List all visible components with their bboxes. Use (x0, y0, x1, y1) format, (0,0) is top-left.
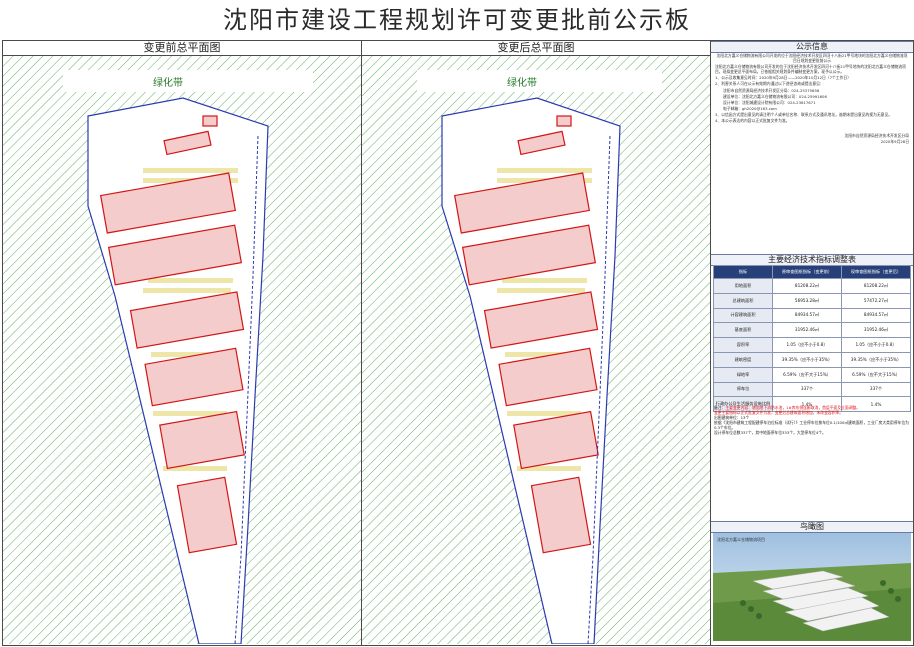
econ-cell: 56953.28㎡ (772, 292, 842, 309)
after-plan-panel: 变更后总平面图 绿化带 (361, 40, 711, 646)
road-strip (63, 70, 313, 92)
after-plan-title: 变更后总平面图 (362, 41, 710, 56)
econ-cell: 337个 (841, 381, 911, 398)
econ-row: 总建筑面积 56953.28㎡ 57472.27㎡ (713, 292, 911, 309)
econ-cell-label: 停车位 (713, 381, 773, 398)
econ-row: 停车位 337个 337个 (713, 381, 911, 398)
econ-cell: 81208.22㎡ (841, 278, 911, 294)
aerial-caption: 沈阳北方嘉义仓储物流项目 (717, 536, 765, 542)
notice-paragraph: 4、本公示表达的内容以正式批复文件为准。 (715, 118, 790, 124)
aerial-rendering: 沈阳北方嘉义仓储物流项目 (713, 533, 911, 641)
change-note-line: 依据《沈阳市建筑工程配建停车泊位标准（试行）》工业停车位按车位0.1/100㎡建… (714, 420, 909, 430)
page-title: 沈阳市建设工程规划许可变更批前公示板 (223, 6, 691, 34)
building-gate (202, 115, 218, 127)
econ-cell: 31952.46㎡ (772, 322, 842, 339)
notice-title: 公示信息 (711, 41, 913, 53)
econ-cell-label: 绿地率 (713, 366, 773, 383)
econ-cell: 57472.27㎡ (841, 292, 911, 309)
econ-header: 指标 (713, 265, 773, 279)
change-notes: 备注：主要变更内容：增加地下消防水池，1#库东侧连廊取消，首层平面及立面调整。 … (714, 405, 910, 435)
econ-cell-label: 用地面积 (713, 278, 773, 294)
notice-heading: 沈阳北方嘉义仓储物流有限公司开发的位于沈阳经济技术开发区四河十八街21甲号地块的… (716, 53, 908, 64)
notice-footer-org: 沈阳市自然资源局经济技术开发区分局 (844, 133, 909, 139)
notice-paragraph: 建设单位：沈阳北方嘉义仓储物流有限公司：024-25991606 (723, 93, 827, 99)
aerial-image: 沈阳北方嘉义仓储物流项目 (713, 533, 911, 641)
after-site-plan: 绿化带 (362, 56, 710, 644)
econ-header: 现审查图纸指标（变更后） (841, 265, 911, 279)
info-column: 公示信息 沈阳北方嘉义仓储物流有限公司开发的位于沈阳经济技术开发区四河十八街21… (710, 40, 914, 646)
before-plan-title: 变更前总平面图 (3, 41, 361, 56)
notice-paragraph: 电子邮箱：gh2020@163.com (723, 105, 777, 111)
econ-cell: 337个 (772, 381, 842, 398)
road-label: 绿化带 (507, 76, 537, 89)
econ-row: 用地面积 81208.22㎡ 81208.22㎡ (713, 278, 911, 294)
econ-cell: 84934.57㎡ (841, 307, 911, 324)
notice-paragraph: 2、利害关系人可在公示有效期内通过以下途径咨询或提出意见： (715, 81, 824, 87)
road-strip (417, 70, 662, 92)
econ-header-row: 指标 原审查图纸指标（变更前） 现审查图纸指标（变更后） (713, 265, 911, 279)
notice-paragraph: 1、公示及收集意见时间：2020年9月28日——2020年10月12日（7个工作… (715, 75, 851, 81)
econ-row: 建筑密度 39.35%（应不小于35%） 39.35%（应不小于35%） (713, 351, 911, 368)
notice-paragraph: 沈阳市自然资源局经济技术开发区分局：024-25375656 (723, 87, 820, 93)
econ-cell: 81208.22㎡ (772, 278, 842, 294)
notice-footer-date: 2020年9月28日 (880, 139, 909, 145)
econ-cell: 1.05（应不小于0.8） (841, 337, 911, 353)
econ-row: 绿地率 6.59%（应不大于15%） 6.59%（应不大于15%） (713, 366, 911, 383)
econ-row: 基底面积 31952.46㎡ 31952.46㎡ (713, 322, 911, 339)
building-gate (556, 115, 572, 127)
before-site-plan: 绿化带 (3, 56, 361, 644)
econ-cell: 84934.57㎡ (772, 307, 842, 324)
econ-cell: 1.05（应不小于0.8） (772, 337, 842, 353)
econ-cell-label: 建筑密度 (713, 351, 773, 368)
econ-cell: 6.59%（应不大于15%） (772, 366, 842, 383)
notice-paragraph: 沈阳北方嘉义仓储物流有限公司开发的位于沈阳经济技术开发区四河十八街21甲号地块的… (715, 64, 906, 75)
notice-paragraph: 设计单位：沈阳城建设计院有限公司：024-23617671 (723, 99, 816, 105)
road-label: 绿化带 (153, 76, 183, 89)
econ-header: 原审查图纸指标（变更前） (772, 265, 842, 279)
econ-cell: 39.35%（应不小于35%） (841, 351, 911, 368)
econ-cell-label: 基底面积 (713, 322, 773, 339)
before-plan-panel: 变更前总平面图 绿化带 (2, 40, 362, 646)
notice-paragraph: 3、以信函方式提出意见的请注明个人或单位名称、联系方式及通讯地址，逾期未提出意见… (715, 111, 893, 117)
econ-cell: 39.35%（应不小于35%） (772, 351, 842, 368)
econ-row: 计容建筑面积 84934.57㎡ 84934.57㎡ (713, 307, 911, 324)
econ-cell-label: 计容建筑面积 (713, 307, 773, 324)
econ-table: 指标 原审查图纸指标（变更前） 现审查图纸指标（变更后） 用地面积 81208.2… (713, 265, 911, 413)
aerial-title: 鸟瞰图 (711, 521, 913, 533)
econ-cell: 6.59%（应不大于15%） (841, 366, 911, 383)
econ-cell-label: 容积率 (713, 337, 773, 353)
econ-cell: 31952.46㎡ (841, 322, 911, 339)
econ-row: 容积率 1.05（应不小于0.8） 1.05（应不小于0.8） (713, 337, 911, 353)
change-note-line: 设计停车位总数337个，其中地面停车位333个，大型停车位4个。 (714, 430, 826, 435)
econ-cell-label: 总建筑面积 (713, 292, 773, 309)
